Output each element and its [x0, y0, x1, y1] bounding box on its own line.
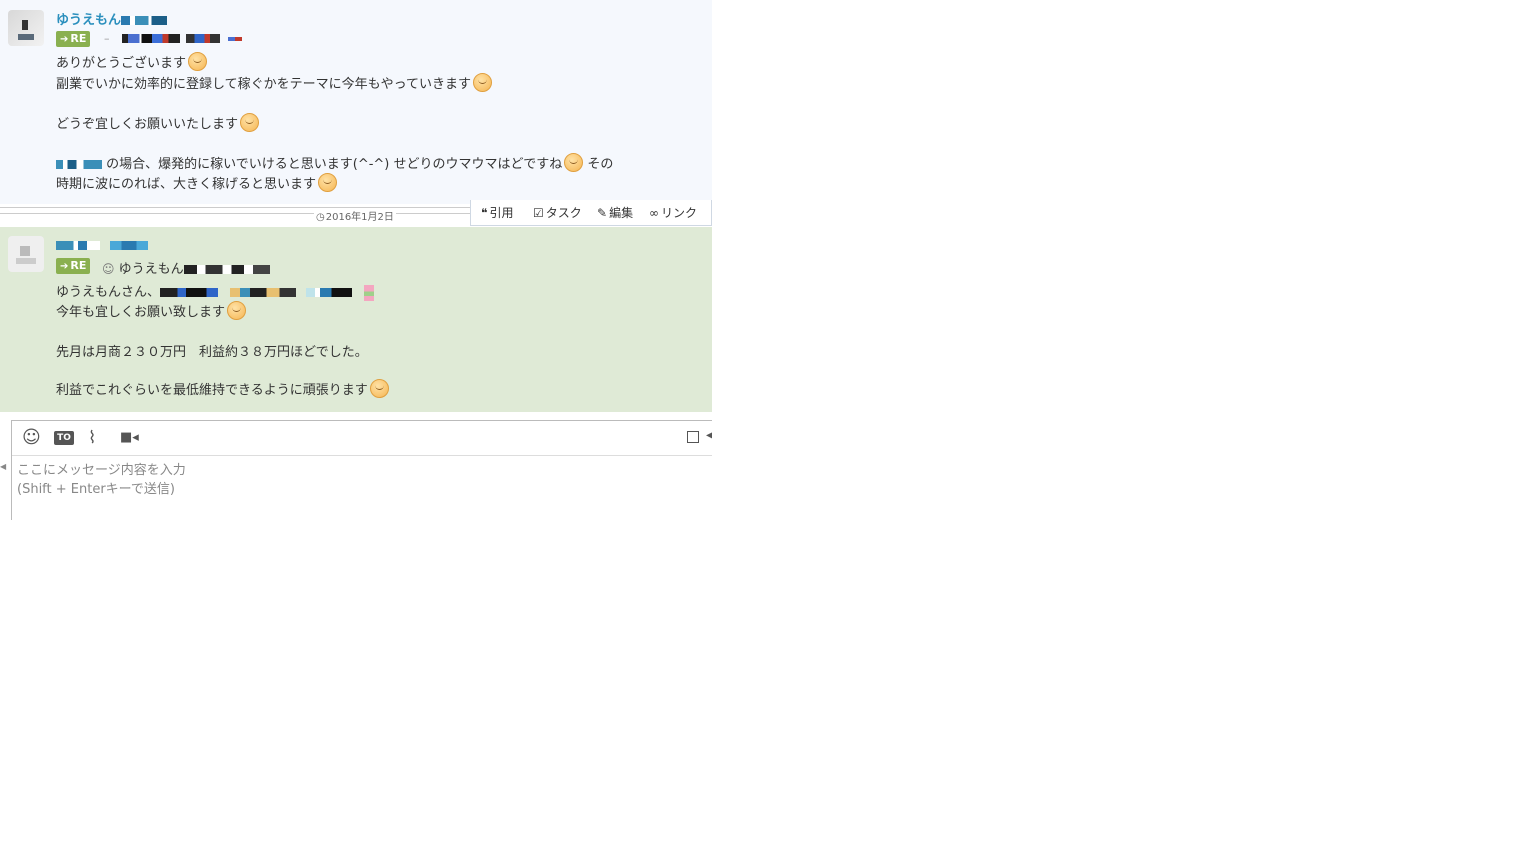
send-arrow-icon[interactable]: ◀ — [706, 430, 712, 441]
video-icon[interactable]: ■◂ — [120, 430, 139, 445]
small-avatar-icon: ☺ — [102, 262, 115, 276]
emoji-smile-icon — [240, 113, 260, 132]
message-text: ゆうえもんさん、 — [56, 281, 375, 301]
message-text: 副業でいかに効率的に登録して稼ぐかをテーマに今年もやっていきます — [56, 73, 492, 92]
composer-toolbar: ☺ TO ⌇ ■◂ ◀ — [12, 421, 712, 456]
message-text: どうぞ宜しくお願いいたします — [56, 113, 260, 132]
enter-send-checkbox[interactable] — [687, 431, 699, 443]
to-icon[interactable]: TO — [54, 431, 74, 445]
quote-icon: ❝ — [481, 206, 488, 220]
timestamp: ◷2016年1月2日 — [314, 208, 396, 223]
paperclip-icon[interactable]: ⌇ — [88, 428, 96, 448]
reply-badge[interactable]: ➔ RE — [56, 31, 91, 47]
sender-name[interactable]: ゆうえもん — [56, 9, 168, 28]
collapse-arrow-icon[interactable]: ◀ — [0, 462, 6, 471]
quote-button[interactable]: ❝ 引用 — [481, 204, 513, 221]
message-text: の場合、爆発的に稼いでいけると思います(^-^) せどりのウマウマはどですね そ… — [56, 153, 613, 172]
reply-badge[interactable]: ➔ RE — [56, 258, 91, 274]
edit-icon: ✎ — [597, 206, 608, 220]
sender-name[interactable] — [56, 238, 149, 253]
edit-button[interactable]: ✎ 編集 — [597, 204, 633, 221]
message-input[interactable]: ここにメッセージ内容を入力 (Shift + Enterキーで送信) — [17, 461, 186, 499]
message-1: ゆうえもん ➔ RE – ありがとうございます 副業でいかに効率的に登録して稼ぐか… — [0, 0, 712, 204]
message-text: ありがとうございます — [56, 52, 208, 71]
message-text: 先月は月商２３０万円 利益約３８万円ほどでした。 — [56, 345, 368, 360]
emoji-smile-icon — [318, 173, 338, 192]
emoji-bow-icon — [227, 301, 247, 320]
link-icon: ∞ — [649, 206, 659, 220]
redacted-reply-target: – — [104, 31, 242, 46]
message-text: 今年も宜しくお願い致します — [56, 301, 247, 320]
avatar[interactable] — [8, 236, 44, 272]
message-actions: ❝ 引用 ☑ タスク ✎ 編集 ∞ リンク — [470, 200, 712, 226]
task-button[interactable]: ☑ タスク — [533, 204, 582, 221]
avatar[interactable] — [8, 10, 44, 46]
redacted-name — [121, 16, 168, 25]
message-composer: ☺ TO ⌇ ■◂ ◀ ここにメッセージ内容を入力 (Shift + Enter… — [11, 420, 712, 520]
task-icon: ☑ — [533, 206, 544, 220]
emoji-smile-icon — [369, 379, 389, 398]
emoji-wink-icon — [472, 73, 492, 92]
reply-arrow-icon: ➔ — [60, 34, 69, 45]
reply-target[interactable]: ☺ ゆうえもん — [102, 258, 270, 277]
reply-arrow-icon: ➔ — [60, 261, 69, 272]
emoji-bow-icon — [188, 52, 208, 71]
message-text: 利益でこれぐらいを最低維持できるように頑張ります — [56, 379, 389, 398]
emoji-wink-icon — [564, 153, 584, 172]
emoji-icon[interactable]: ☺ — [22, 427, 41, 448]
chat-panel: ゆうえもん ➔ RE – ありがとうございます 副業でいかに効率的に登録して稼ぐか… — [0, 0, 712, 520]
message-text: 時期に波にのれば、大きく稼げると思います — [56, 173, 338, 192]
link-button[interactable]: ∞ リンク — [649, 204, 697, 221]
clock-icon: ◷ — [316, 212, 325, 223]
